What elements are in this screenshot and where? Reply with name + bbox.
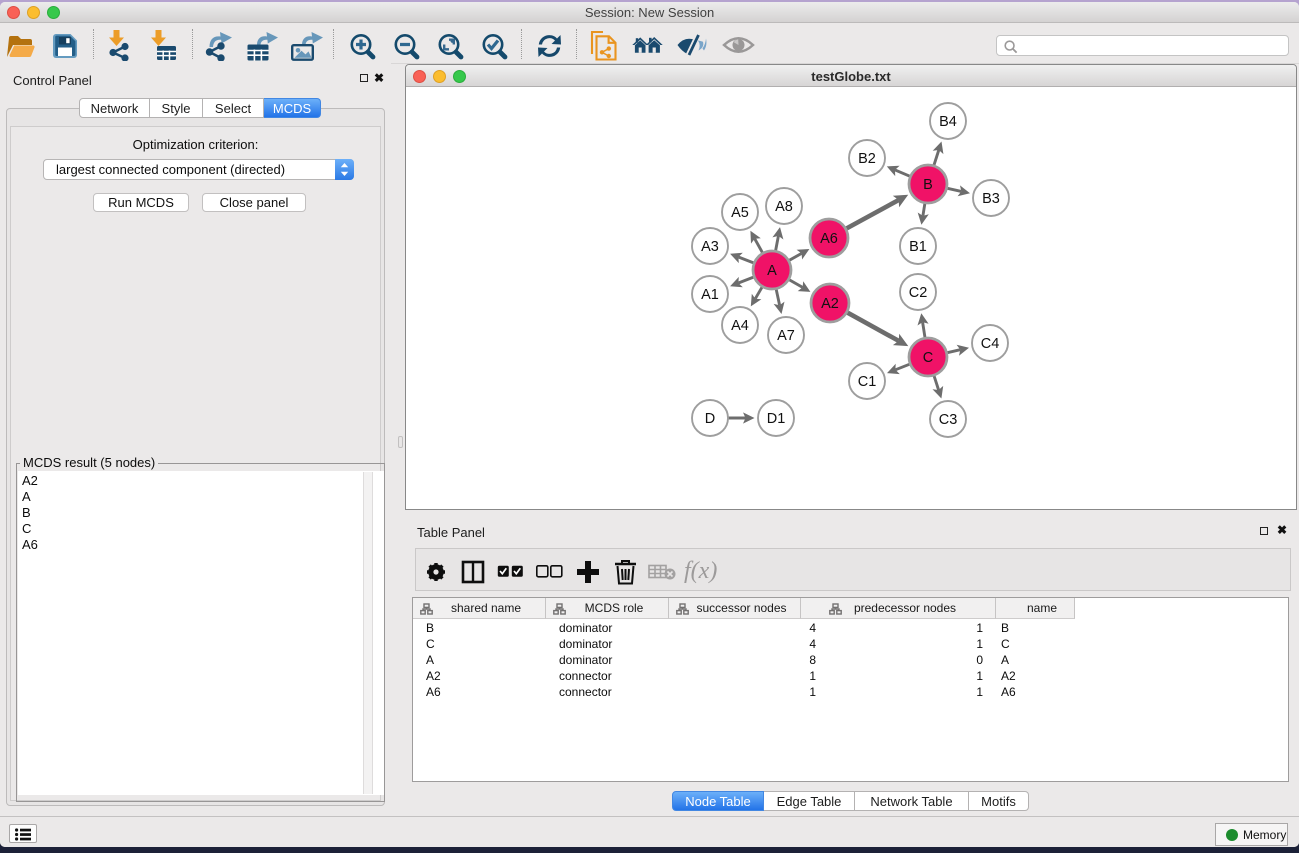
svg-text:A1: A1 (701, 287, 719, 303)
svg-text:A6: A6 (820, 231, 838, 247)
svg-text:C4: C4 (981, 336, 1000, 352)
svg-text:B2: B2 (858, 151, 876, 167)
svg-text:D1: D1 (767, 411, 786, 427)
svg-text:A3: A3 (701, 239, 719, 255)
svg-text:B4: B4 (939, 114, 957, 130)
svg-text:A5: A5 (731, 205, 749, 221)
svg-text:C: C (923, 350, 933, 366)
svg-text:B: B (923, 177, 933, 193)
svg-text:C3: C3 (939, 412, 958, 428)
svg-text:C2: C2 (909, 285, 928, 301)
svg-text:A2: A2 (821, 296, 839, 312)
svg-text:A7: A7 (777, 328, 795, 344)
svg-text:B3: B3 (982, 191, 1000, 207)
svg-text:A: A (767, 263, 777, 279)
svg-text:D: D (705, 411, 715, 427)
svg-text:A4: A4 (731, 318, 749, 334)
svg-text:A8: A8 (775, 199, 793, 215)
svg-text:B1: B1 (909, 239, 927, 255)
svg-text:C1: C1 (858, 374, 877, 390)
